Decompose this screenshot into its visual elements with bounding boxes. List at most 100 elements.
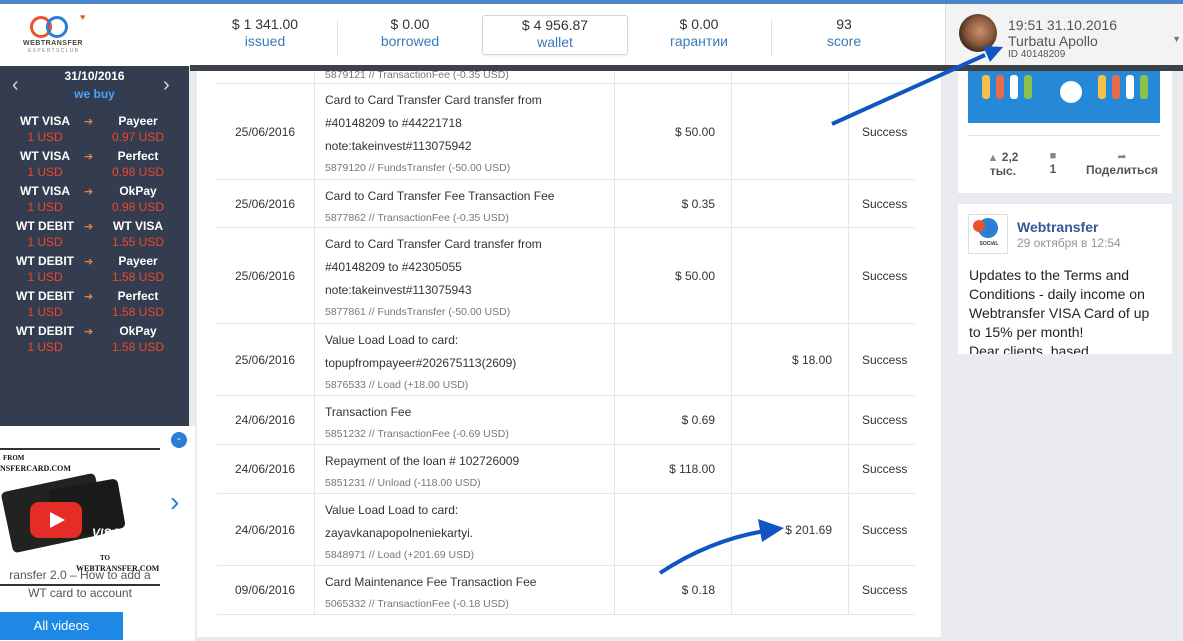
- transaction-description: #40148209 to #44221718: [325, 116, 462, 130]
- comment-count: 1: [1049, 162, 1057, 176]
- transaction-status: Success: [862, 268, 908, 283]
- stat-value: $ 0.00: [390, 16, 430, 32]
- divider: [337, 20, 338, 56]
- stat-label: score: [826, 33, 862, 49]
- transaction-amount: $ 0.69: [681, 413, 715, 427]
- transaction-description: note:takeinvest#113075942: [325, 139, 472, 153]
- rate-to-value: 1.58 USD: [111, 270, 165, 284]
- transaction-meta: 5877862 // TransactionFee (-0.35 USD): [325, 212, 509, 224]
- stat-borrowed[interactable]: $ 0.00 borrowed: [345, 15, 475, 59]
- arrow-right-icon: ➔: [84, 291, 94, 303]
- logo-dot: [973, 220, 985, 232]
- webtransfer-logo[interactable]: ♥ WEBTRANSFER E X P E R T S C L U B: [22, 12, 85, 60]
- stat-label: borrowed: [380, 33, 440, 49]
- rate-to: Perfect: [117, 289, 159, 303]
- table-row[interactable]: 09/06/2016 Card Maintenance Fee Transact…: [217, 566, 915, 615]
- transaction-date: 25/06/2016: [235, 124, 296, 139]
- transaction-description: Value Load Load to card:: [325, 503, 459, 517]
- transaction-status: Success: [862, 462, 908, 476]
- facebook-post-card: ▲ 2,2 тыс. ■ 1 ➦ Поделиться: [958, 71, 1172, 193]
- rate-from: WT DEBIT: [16, 254, 74, 268]
- user-name: Turbatu Apollo: [1008, 33, 1098, 49]
- rate-row: WT DEBIT ➔ OkPay 1 USD 1.58 USD: [0, 324, 189, 358]
- transaction-status: Success: [862, 124, 908, 139]
- arrow-right-icon: ➔: [84, 186, 94, 198]
- play-icon[interactable]: [30, 502, 82, 538]
- page-logo[interactable]: SOCIAL: [968, 214, 1008, 254]
- arrow-right-icon: ➔: [84, 221, 94, 233]
- transaction-description: Transaction Fee: [325, 405, 412, 419]
- table-row[interactable]: 24/06/2016 Transaction Fee 5851232 // Tr…: [217, 396, 915, 445]
- thumb-from-url: NSFERCARD.COM: [0, 464, 71, 473]
- post-image[interactable]: [968, 71, 1160, 123]
- logo-text: SOCIAL: [979, 241, 999, 247]
- like-action[interactable]: ▲ 2,2 тыс.: [978, 150, 1028, 178]
- transaction-meta: 5065332 // TransactionFee (-0.18 USD): [325, 598, 509, 610]
- transaction-description: Card to Card Transfer Fee Transaction Fe…: [325, 189, 555, 203]
- transaction-status: Success: [862, 583, 908, 597]
- share-action[interactable]: ➦ Поделиться: [1076, 150, 1168, 177]
- chevron-down-icon[interactable]: ▼: [1172, 34, 1181, 44]
- post-date[interactable]: 29 октября в 12:54: [1017, 236, 1121, 250]
- rate-to: Perfect: [117, 149, 159, 163]
- chevron-right-icon[interactable]: ›: [170, 486, 179, 518]
- page-name[interactable]: Webtransfer: [1017, 219, 1098, 235]
- rate-from-value: 1 USD: [27, 235, 63, 249]
- user-id: ID 40148209: [1008, 49, 1066, 60]
- rate-to: Payeer: [118, 254, 158, 268]
- stat-value: 93: [836, 16, 852, 32]
- stat-value: $ 1 341.00: [231, 16, 299, 32]
- transaction-amount: $ 118.00: [669, 462, 715, 476]
- transaction-amount: $ 50.00: [674, 268, 715, 283]
- rate-row: WT DEBIT ➔ Perfect 1 USD 1.58 USD: [0, 289, 189, 323]
- transaction-income: $ 201.69: [785, 522, 832, 537]
- stat-label: гарантии: [670, 33, 728, 49]
- card-brand-text: VISA: [92, 526, 121, 540]
- avatar[interactable]: [959, 14, 997, 52]
- exchange-rates-panel: ‹ › 31/10/2016 we buy WT VISA ➔ Payeer 1…: [0, 66, 189, 426]
- user-menu[interactable]: 19:51 31.10.2016 Turbatu Apollo ID 40148…: [945, 4, 1183, 67]
- video-widget: - FROM NSFERCARD.COM VISA TO WEBTRANSFER…: [0, 426, 195, 641]
- rate-from-value: 1 USD: [27, 200, 63, 214]
- stat-score[interactable]: 93 score: [779, 15, 909, 59]
- transaction-description: note:takeinvest#113075943: [325, 283, 472, 297]
- table-row[interactable]: 24/06/2016 Value Load Load to card: zaya…: [217, 494, 915, 566]
- transaction-description: Value Load Load to card:: [325, 333, 459, 347]
- transaction-description: Card Maintenance Fee Transaction Fee: [325, 575, 537, 589]
- video-title[interactable]: ransfer 2.0 – How to add a WT card to ac…: [0, 566, 160, 602]
- transaction-amount: $ 0.18: [681, 583, 715, 597]
- rate-to-value: 0.98 USD: [111, 165, 165, 179]
- rate-to-value: 1.55 USD: [111, 235, 165, 249]
- comment-action[interactable]: ■ 1: [1038, 150, 1068, 176]
- rate-row: WT VISA ➔ Perfect 1 USD 0.98 USD: [0, 149, 189, 183]
- transaction-description: zayavkanapopolneniekartyi.: [325, 526, 474, 540]
- rate-to-value: 0.98 USD: [111, 200, 165, 214]
- table-row[interactable]: 25/06/2016 Card to Card Transfer Card tr…: [217, 84, 915, 180]
- facebook-page-post: SOCIAL Webtransfer 29 октября в 12:54 Up…: [958, 204, 1172, 354]
- rate-from: WT VISA: [20, 114, 70, 128]
- logo-subtext: E X P E R T S C L U B: [27, 48, 79, 54]
- table-row[interactable]: 25/06/2016 Card to Card Transfer Fee Tra…: [217, 180, 915, 228]
- stat-value: $ 4 956.87: [521, 17, 589, 33]
- transaction-description: Card to Card Transfer Card transfer from: [325, 237, 542, 251]
- rate-from-value: 1 USD: [27, 165, 63, 179]
- table-row[interactable]: 24/06/2016 Repayment of the loan # 10272…: [217, 445, 915, 494]
- arrow-right-icon: ➔: [84, 256, 94, 268]
- all-videos-button[interactable]: All videos: [0, 612, 123, 640]
- stat-guarantees[interactable]: $ 0.00 гарантии: [634, 15, 764, 59]
- minimize-badge[interactable]: -: [171, 432, 187, 448]
- rate-row: WT DEBIT ➔ Payeer 1 USD 1.58 USD: [0, 254, 189, 288]
- stat-issued[interactable]: $ 1 341.00 issued: [200, 15, 330, 59]
- transaction-meta: 5848971 // Load (+201.69 USD): [325, 549, 475, 561]
- transaction-meta: 5879121 // TransactionFee (-0.35 USD): [325, 69, 509, 81]
- table-row[interactable]: 25/06/2016 Card to Card Transfer Card tr…: [217, 228, 915, 324]
- table-row[interactable]: 25/06/2016 Value Load Load to card: topu…: [217, 324, 915, 396]
- rate-to: OkPay: [119, 184, 157, 198]
- rate-to: WT VISA: [113, 219, 163, 233]
- transaction-amount: $ 0.35: [681, 196, 715, 211]
- rate-to: Payeer: [118, 114, 158, 128]
- table-row: 5879121 // TransactionFee (-0.35 USD): [217, 69, 915, 84]
- share-label: Поделиться: [1085, 163, 1159, 177]
- stat-wallet[interactable]: $ 4 956.87 wallet: [482, 15, 628, 55]
- rate-row: WT DEBIT ➔ WT VISA 1 USD 1.55 USD: [0, 219, 189, 253]
